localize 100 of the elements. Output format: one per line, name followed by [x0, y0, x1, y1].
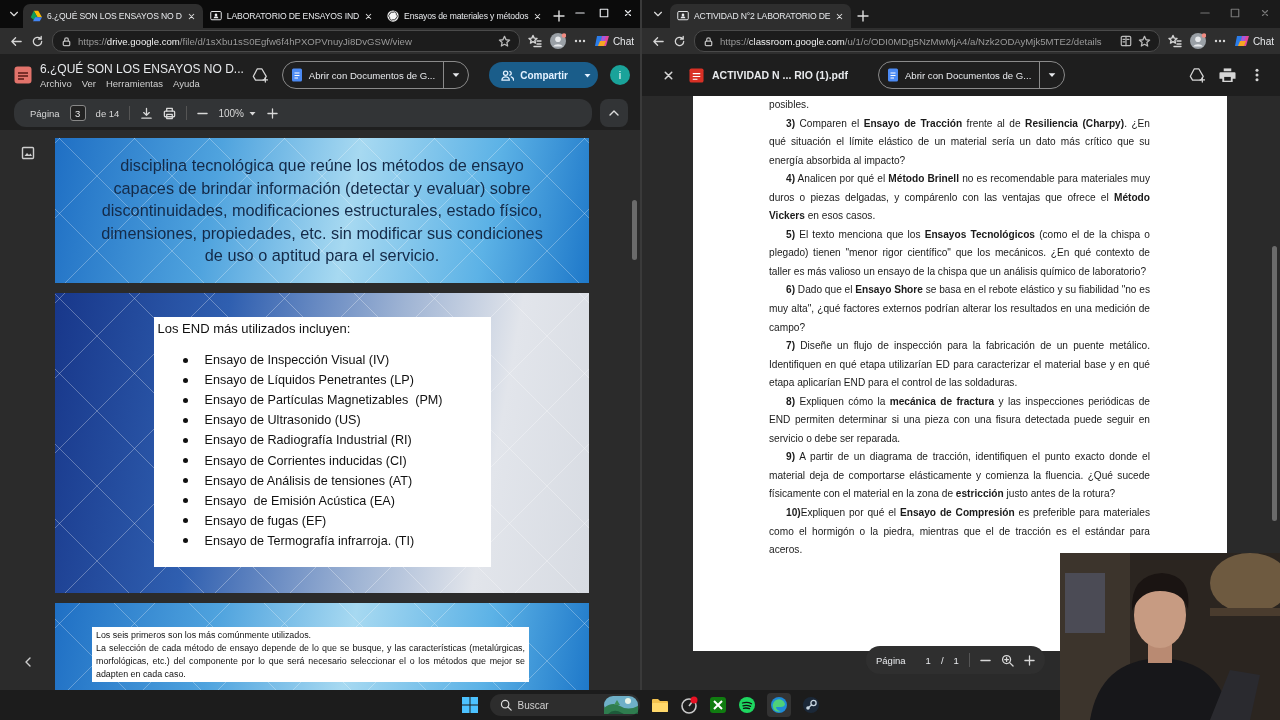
menu-item[interactable]: Ayuda — [173, 77, 200, 89]
page-number: 1 — [925, 654, 931, 666]
tab-title: Ensayos de materiales y métodos — [404, 11, 529, 21]
question-text: 7) Diseñe un flujo de inspección para la fabricación de un puente metálico. Identifiquen en qué etapa utilizarían ED para caracterizar el material base y en qué etapa aplicarían END para el control de las soldaduras. — [769, 339, 1150, 391]
steam-icon[interactable] — [801, 696, 820, 714]
close-icon[interactable] — [662, 68, 675, 82]
star-icon[interactable] — [1137, 34, 1151, 48]
profile-avatar-icon[interactable] — [549, 33, 566, 49]
caret-icon — [451, 70, 462, 80]
question-text: 3) Comparen el Ensayo de Tracción frente al de Resiliencia (Charpy). ¿En qué situación el límite elástico de un material sería un dato más crítico que su energía absorbida al impacto? — [769, 116, 1150, 168]
chat-button[interactable]: Chat — [1233, 33, 1274, 49]
pdf-file-icon — [689, 67, 704, 83]
back-icon[interactable] — [10, 34, 23, 48]
menu-item[interactable]: Ver — [81, 77, 96, 89]
browser-tab[interactable]: 6.¿QUÉ SON LOS ENSAYOS NO D — [23, 4, 203, 28]
zoom-in-icon[interactable] — [266, 107, 278, 119]
list-item: Ensayo de Corrientes inducidas (CI) — [204, 453, 407, 468]
note-text: Los seis primeros son los más comúnmente utilizados. — [96, 629, 313, 642]
page-label: Página — [30, 107, 60, 119]
profile-avatar-icon[interactable] — [1189, 33, 1206, 49]
folder-icon[interactable] — [650, 697, 669, 713]
search-input[interactable]: Buscar — [517, 699, 598, 711]
collapse-button[interactable] — [600, 99, 628, 127]
page-count: de 14 — [95, 107, 120, 119]
back-icon[interactable] — [652, 34, 665, 48]
favorites-icon[interactable] — [527, 34, 542, 48]
classroom-icon — [209, 10, 222, 22]
caret-icon — [1047, 70, 1058, 80]
spotify-icon[interactable] — [737, 696, 756, 714]
plus-icon — [857, 10, 870, 22]
maximize-icon — [1230, 8, 1240, 18]
close-icon[interactable] — [364, 11, 374, 21]
close-icon — [623, 8, 634, 18]
question-text: 5) El texto menciona que los Ensayos Tecnológicos (como el de la chispa o plegado) tienen "menor rigor científico" que los mecánicos. ¿En qué contexto de taller es más valioso un ensayo de la chispa que un análisis químico de laboratorio? — [769, 227, 1150, 279]
favorites-icon[interactable] — [1167, 34, 1182, 48]
address-field[interactable]: https://classroom.google.com/u/1/c/ODI0MDg5NzMwMjA4/a/Nzk2ODAyMjk5MTE2/details — [694, 30, 1160, 52]
close-icon[interactable] — [835, 11, 845, 21]
menu-item[interactable]: Archivo — [40, 77, 72, 89]
file-title: ACTIVIDAD N ... RIO (1).pdf — [712, 69, 848, 81]
scrollbar-thumb[interactable] — [1272, 246, 1277, 521]
question-text: posibles. — [769, 98, 810, 112]
menu-item[interactable]: Herramientas — [105, 77, 163, 89]
bullet-icon — [182, 417, 188, 423]
image-icon[interactable] — [20, 146, 35, 160]
print-icon[interactable] — [163, 106, 177, 120]
chat-button[interactable]: Chat — [593, 33, 634, 49]
url-text: https://drive.google.com/file/d/1sXbu1sS0Egfw6f4hPXOPVnuyJi8DvGSW/view — [78, 35, 412, 47]
reload-icon[interactable] — [31, 34, 44, 48]
bullet-icon — [182, 518, 188, 524]
address-field[interactable]: https://drive.google.com/file/d/1sXbu1sS0Egfw6f4hPXOPVnuyJi8DvGSW/view — [52, 30, 520, 52]
url-text: https://classroom.google.com/u/1/c/ODI0MDg5NzMwMjA4/a/Nzk2ODAyMjk5MTE2/details — [720, 35, 1102, 47]
bullet-icon — [182, 538, 188, 544]
browser-tab[interactable]: ACTIVIDAD N°2 LABORATORIO DE — [670, 4, 852, 28]
classroom-icon — [677, 10, 689, 22]
close-icon[interactable] — [533, 11, 543, 21]
browser-tab[interactable]: Ensayos de materiales y métodos — [380, 4, 550, 28]
list-item: Ensayo de fugas (EF) — [204, 513, 327, 528]
list-item: Ensayo de Emisión Acústica (EA) — [204, 493, 395, 508]
list-item: Ensayo de Líquidos Penetrantes (LP) — [204, 373, 414, 388]
reload-icon[interactable] — [673, 34, 686, 48]
list-item: Ensayo de Inspección Visual (IV) — [204, 353, 390, 368]
windows-start-icon[interactable] — [460, 696, 479, 714]
reader-view-icon[interactable] — [1119, 35, 1132, 47]
question-text: 9) A partir de un diagrama de tracción, identifiquen el punto exacto donde el material deja de comportarse elásticamente y comienza la fluencia. ¿Qué sucede físicamente con el material en la zona de estricción justo antes de la rotura? — [769, 450, 1150, 502]
browser-tab[interactable]: LABORATORIO DE ENSAYOS IND — [202, 4, 381, 28]
zoom-in-icon[interactable] — [1000, 653, 1014, 667]
taskbar-app-button[interactable] — [766, 693, 791, 717]
bullet-icon — [182, 397, 188, 403]
xbox-icon[interactable] — [708, 696, 727, 714]
app-badge-icon[interactable] — [679, 696, 698, 714]
page-number-field[interactable]: 3 — [69, 105, 86, 121]
bullet-icon — [182, 478, 188, 484]
edge-browser-icon — [769, 696, 788, 714]
star-icon[interactable] — [497, 34, 511, 48]
list-heading: Los END más utilizados incluyen: — [157, 320, 352, 338]
list-item: Ensayo de Ultrasonido (US) — [204, 413, 361, 428]
bullet-icon — [182, 437, 188, 443]
search-field[interactable]: Buscar — [489, 694, 640, 716]
page-label: Página — [876, 654, 906, 666]
plus-icon[interactable] — [1023, 654, 1035, 666]
lock-icon — [703, 35, 714, 47]
close-icon — [1260, 8, 1270, 18]
list-item: Ensayo de Termografía infrarroja. (TI) — [204, 533, 415, 548]
note-text: La selección de cada método de ensayo depende de lo que se busque, y las características (metalúrgicas, morfológicas, etc.) del componente por lo que será necesario seleccionar el o los métodos que mejor se adapten en cada caso. — [96, 642, 525, 681]
tab-title: ACTIVIDAD N°2 LABORATORIO DE — [694, 11, 831, 21]
print-icon[interactable] — [1219, 66, 1236, 84]
people-icon — [501, 68, 515, 82]
tab-title: 6.¿QUÉ SON LOS ENSAYOS NO D — [47, 11, 182, 21]
question-text: 4) Analicen por qué el Método Brinell no es recomendable para materiales muy duros o piezas delgadas, y compárenlo con las ventajas que ofrece el Método Vickers en esos casos. — [769, 172, 1150, 224]
file-title: 6.¿QUÉ SON LOS ENSAYOS NO D... — [40, 61, 244, 76]
copilot-icon — [593, 33, 610, 49]
download-icon[interactable] — [140, 106, 154, 120]
list-item: Ensayo de Radiografía Industrial (RI) — [204, 433, 412, 448]
drive-icon — [30, 10, 43, 22]
tab-title: LABORATORIO DE ENSAYOS IND — [226, 11, 360, 21]
close-icon[interactable] — [186, 11, 196, 21]
zoom-dropdown[interactable]: 100% — [218, 107, 257, 119]
scrollbar-thumb[interactable] — [632, 200, 637, 260]
add-to-drive-icon[interactable] — [251, 67, 268, 83]
add-to-drive-icon[interactable] — [1189, 67, 1205, 83]
